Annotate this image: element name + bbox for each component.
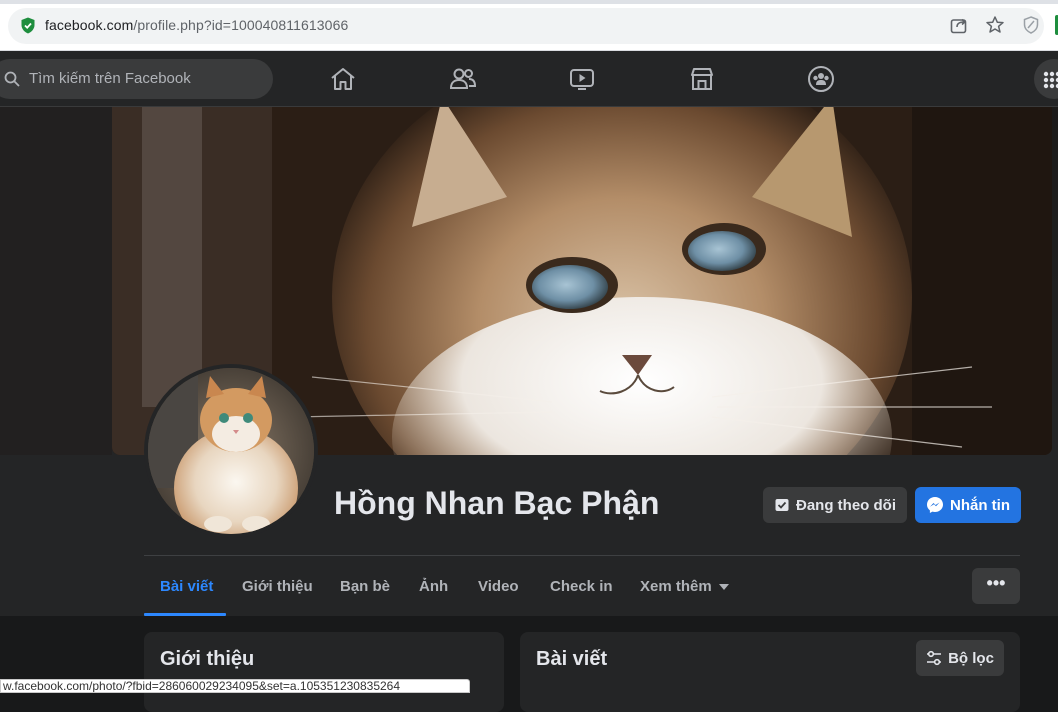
intro-card: Giới thiệu	[144, 632, 504, 712]
tab-posts[interactable]: Bài viết	[160, 578, 213, 595]
intro-title: Giới thiệu	[160, 648, 255, 670]
menu-grid-icon	[1043, 71, 1058, 89]
tab-strip	[0, 0, 1058, 4]
tab-photos[interactable]: Ảnh	[419, 578, 448, 595]
profile-name: Hồng Nhan Bạc Phận	[334, 485, 660, 521]
avatar-cat-image	[148, 368, 314, 534]
cover-side-fill	[0, 107, 112, 457]
message-label: Nhắn tin	[950, 496, 1010, 514]
browser-toolbar: facebook.com/profile.php?id=100040811613…	[0, 0, 1058, 51]
url-text[interactable]: facebook.com/profile.php?id=100040811613…	[45, 17, 348, 33]
filter-button[interactable]: Bộ lọc	[916, 640, 1004, 676]
tab-checkins[interactable]: Check in	[550, 578, 613, 595]
tab-see-more[interactable]: Xem thêm	[640, 578, 729, 595]
share-icon[interactable]	[949, 15, 969, 35]
link-status-bar: w.facebook.com/photo/?fbid=2860600292340…	[0, 679, 470, 693]
url-host: facebook.com	[45, 17, 134, 33]
home-icon[interactable]	[329, 65, 357, 93]
following-check-icon	[775, 499, 789, 511]
bookmark-star-icon[interactable]	[985, 15, 1005, 35]
search-placeholder: Tìm kiếm trên Facebook	[29, 70, 191, 87]
tab-friends[interactable]: Bạn bè	[340, 578, 390, 595]
url-path: /profile.php?id=100040811613066	[133, 17, 349, 33]
profile-avatar[interactable]	[144, 364, 318, 538]
following-button[interactable]: Đang theo dõi	[763, 487, 907, 523]
active-tab-indicator	[144, 613, 226, 616]
friends-icon[interactable]	[449, 65, 477, 93]
tab-videos[interactable]: Video	[478, 578, 519, 595]
groups-icon[interactable]	[807, 65, 835, 93]
more-options-button[interactable]: •••	[972, 568, 1020, 604]
tab-about[interactable]: Giới thiệu	[242, 578, 313, 595]
caret-down-icon	[718, 583, 729, 590]
secure-lock-icon[interactable]	[20, 17, 36, 34]
shield-extension-icon[interactable]	[1021, 15, 1041, 35]
message-button[interactable]: Nhắn tin	[915, 487, 1021, 523]
posts-title: Bài viết	[536, 648, 608, 670]
header-divider	[144, 555, 1020, 556]
menu-button[interactable]	[1034, 59, 1058, 99]
filter-sliders-icon	[927, 650, 942, 666]
search-icon	[4, 71, 20, 87]
marketplace-icon[interactable]	[688, 65, 716, 93]
see-more-label: Xem thêm	[640, 578, 712, 595]
facebook-top-nav: Tìm kiếm trên Facebook	[0, 51, 1058, 107]
search-input[interactable]: Tìm kiếm trên Facebook	[0, 59, 273, 99]
following-label: Đang theo dõi	[796, 496, 896, 514]
watch-icon[interactable]	[568, 65, 596, 93]
messenger-icon	[927, 497, 943, 513]
filter-label: Bộ lọc	[948, 649, 994, 667]
